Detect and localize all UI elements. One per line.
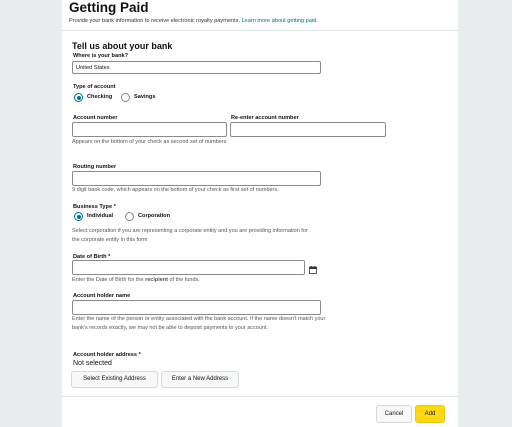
- holder-name-label: Account holder name: [73, 293, 131, 299]
- radio-checking[interactable]: [74, 93, 83, 102]
- header-divider: [62, 30, 458, 31]
- dob-help-prefix: Enter the Date of Birth for the: [72, 277, 144, 283]
- radio-corporation[interactable]: [125, 212, 134, 221]
- footer-divider: [62, 396, 458, 397]
- reenter-account-input[interactable]: [230, 122, 386, 137]
- routing-label: Routing number: [73, 164, 117, 170]
- page-title: Getting Paid: [69, 0, 149, 15]
- holder-name-help: Enter the name of the person or entity a…: [72, 316, 326, 331]
- subtitle-text: Provide your bank information to receive…: [69, 18, 240, 24]
- holder-address-label: Account holder address *: [73, 352, 141, 358]
- routing-input[interactable]: [72, 171, 321, 186]
- account-number-help: Appears on the bottom of your check as s…: [72, 139, 228, 145]
- dob-help-suffix: of the funds.: [169, 277, 200, 283]
- dob-input[interactable]: [72, 260, 305, 275]
- learn-more-link[interactable]: Learn more about getting paid.: [242, 18, 318, 24]
- business-type-label: Business Type *: [73, 204, 116, 210]
- holder-name-input[interactable]: [72, 300, 321, 315]
- account-type-label: Type of account: [73, 84, 116, 90]
- individual-label: Individual: [87, 213, 114, 219]
- account-number-label: Account number: [73, 115, 118, 121]
- routing-help: 9 digit bank code, which appears on the …: [72, 187, 279, 193]
- bank-location-select[interactable]: United States: [72, 61, 321, 74]
- getting-paid-panel: Getting Paid Provide your bank informati…: [62, 0, 458, 427]
- business-type-help: Select corporation if you are representi…: [72, 228, 308, 243]
- radio-savings[interactable]: [121, 93, 130, 102]
- bank-location-label: Where is your bank?: [73, 53, 129, 59]
- dob-help-bold: recipient: [145, 277, 169, 283]
- savings-label: Savings: [134, 94, 156, 100]
- radio-individual[interactable]: [74, 212, 83, 221]
- add-button[interactable]: Add: [415, 405, 445, 423]
- corporation-label: Corporation: [138, 213, 171, 219]
- dob-help: Enter the Date of Birth for the recipien…: [72, 276, 200, 285]
- select-existing-address-button[interactable]: Select Existing Address: [71, 371, 158, 388]
- cancel-button[interactable]: Cancel: [376, 405, 412, 423]
- checking-label: Checking: [87, 94, 113, 100]
- account-number-input[interactable]: [72, 122, 227, 137]
- page-subtitle: Provide your bank information to receive…: [69, 18, 318, 24]
- section-title: Tell us about your bank: [72, 41, 173, 51]
- calendar-icon[interactable]: [309, 261, 317, 274]
- holder-address-value: Not selected: [73, 360, 112, 367]
- reenter-account-label: Re-enter account number: [231, 115, 299, 121]
- enter-new-address-button[interactable]: Enter a New Address: [161, 371, 239, 388]
